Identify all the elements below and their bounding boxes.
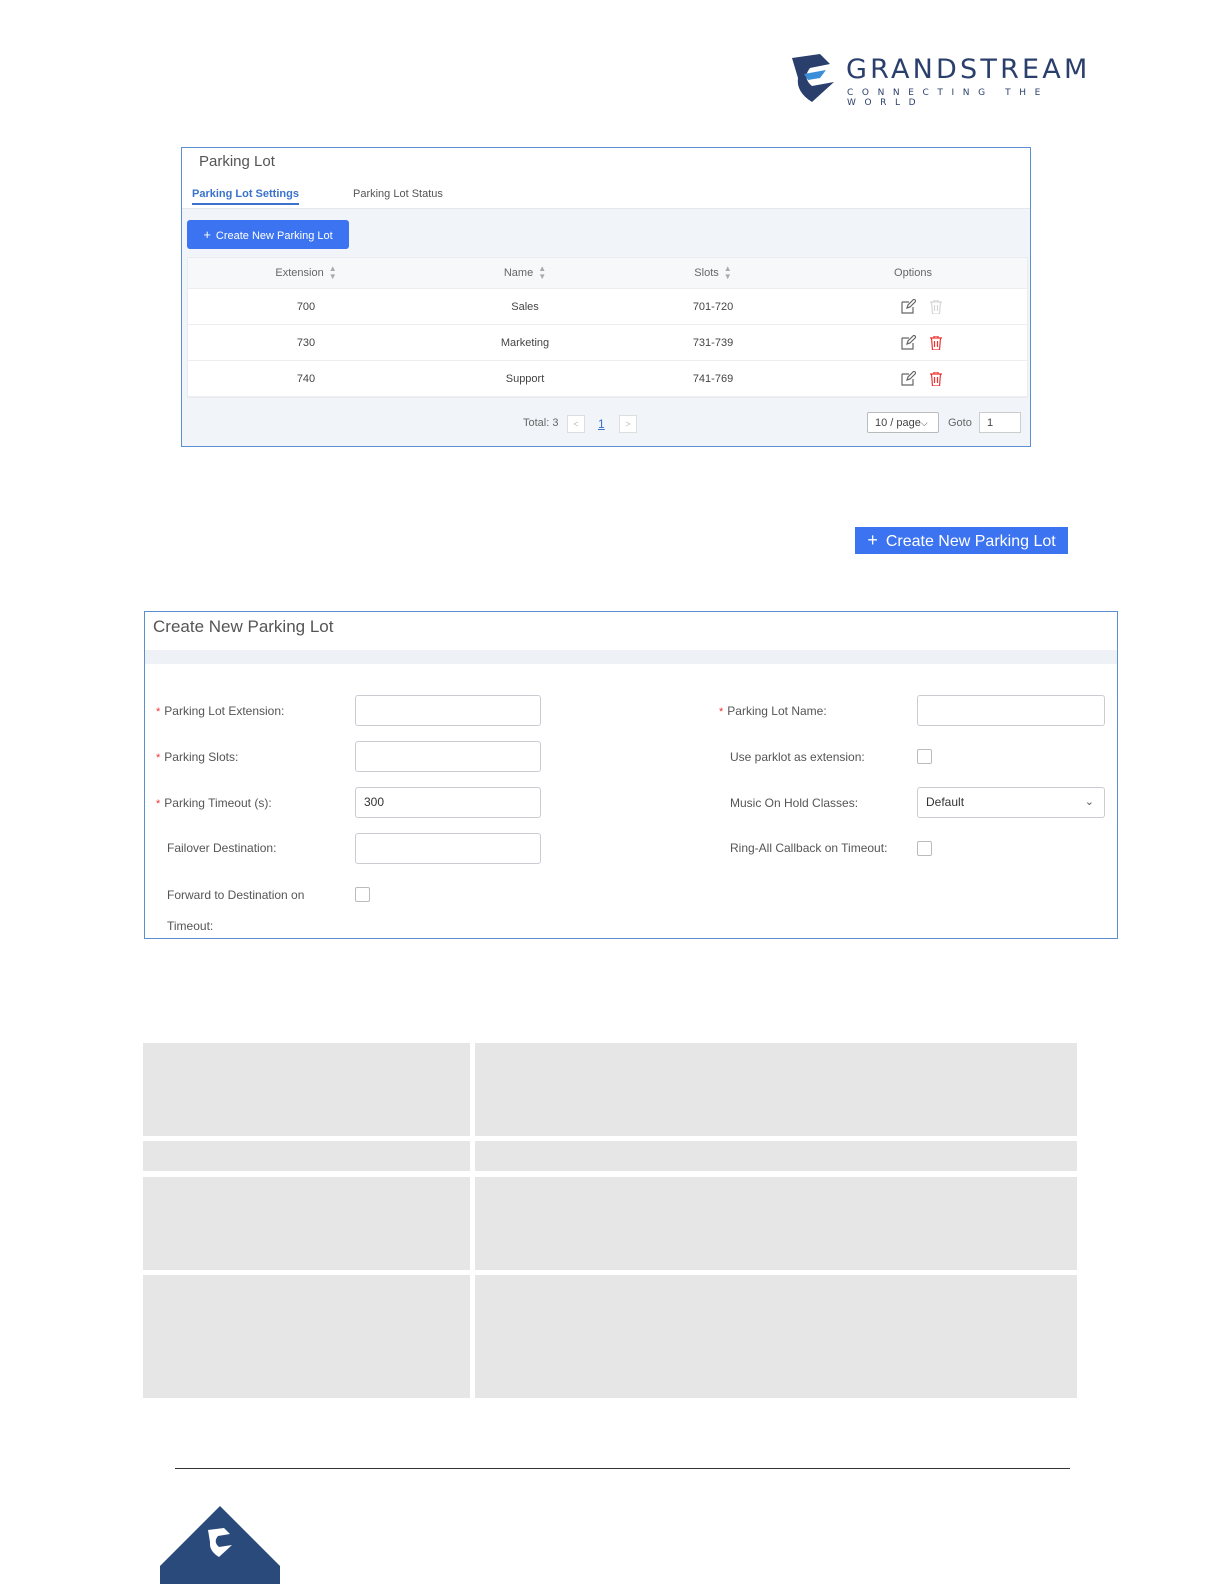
plus-icon: + (203, 227, 211, 242)
pagination: Total: 3 < 1 > 10 / page⌵ Goto 1 (182, 412, 1030, 434)
table-cell (475, 1177, 1077, 1270)
parking-lot-table: Extension ▲ ▼ Name ▲ ▼ Slots ▲ ▼ Options 700 S… (187, 257, 1028, 398)
footer-logo-icon (160, 1506, 280, 1584)
page-size-select[interactable]: 10 / page⌵ (867, 412, 939, 433)
parking-slots-label: * Parking Slots: (156, 750, 239, 764)
pagination-total: Total: 3 (523, 417, 559, 429)
table-cell (143, 1043, 470, 1136)
failover-destination-input[interactable] (355, 833, 541, 864)
chevron-down-icon: ⌵ (920, 418, 928, 428)
parking-timeout-input[interactable]: 300 (355, 787, 541, 818)
parking-lot-name-input[interactable] (917, 695, 1105, 726)
sort-icon: ▲ ▼ (723, 264, 732, 281)
table-row: 730 Marketing 731-739 (188, 325, 1027, 361)
table-row: 700 Sales 701-720 (188, 289, 1027, 325)
page-number[interactable]: 1 (598, 417, 605, 431)
logo-tagline: CONNECTING THE WORLD (847, 88, 1049, 108)
delete-icon[interactable] (929, 335, 942, 350)
goto-input[interactable]: 1 (979, 412, 1021, 433)
edit-icon[interactable] (900, 371, 916, 386)
cell-slots: 741-769 (692, 372, 734, 385)
create-parking-lot-button[interactable]: + Create New Parking Lot (187, 220, 349, 249)
required-marker: * (156, 752, 161, 764)
cell-options (821, 289, 1021, 324)
cell-options (821, 325, 1021, 360)
music-on-hold-select[interactable]: Default ⌄ (917, 787, 1105, 818)
table-cell (143, 1141, 470, 1171)
edit-icon[interactable] (900, 335, 916, 350)
forward-to-destination-label-cont: Timeout: (167, 919, 214, 933)
column-header-extension[interactable]: Extension ▲ ▼ (206, 258, 406, 288)
failover-destination-label: Failover Destination: (167, 841, 277, 855)
required-marker: * (719, 706, 724, 718)
table-cell (143, 1177, 470, 1270)
cell-extension: 730 (296, 336, 316, 349)
parking-slots-input[interactable] (355, 741, 541, 772)
ring-all-callback-label: Ring-All Callback on Timeout: (730, 841, 888, 855)
cell-name: Sales (511, 300, 539, 313)
column-header-slots[interactable]: Slots ▲ ▼ (613, 258, 813, 288)
create-parking-lot-form: Create New Parking Lot * Parking Lot Exte… (144, 611, 1118, 939)
footer-divider (175, 1468, 1070, 1469)
cell-slots: 701-720 (692, 300, 734, 313)
prev-page-button[interactable]: < (567, 415, 585, 433)
create-parking-lot-button-label: Create New Parking Lot (215, 230, 333, 242)
delete-icon-disabled (929, 299, 942, 314)
forward-to-destination-label: Forward to Destination on (167, 888, 305, 902)
tab-parking-lot-settings[interactable]: Parking Lot Settings (192, 188, 299, 205)
create-new-parking-lot-button-label: Create New Parking Lot (885, 533, 1056, 550)
parking-lot-extension-label: * Parking Lot Extension: (156, 704, 285, 718)
required-marker: * (156, 706, 161, 718)
cell-extension: 740 (296, 372, 316, 385)
parking-timeout-label: * Parking Timeout (s): (156, 796, 272, 810)
cell-name: Marketing (500, 336, 550, 349)
cell-name: Support (505, 372, 545, 385)
tab-parking-lot-status[interactable]: Parking Lot Status (353, 188, 443, 200)
logo-wordmark: GRANDSTREAM (846, 54, 1091, 85)
form-title: Create New Parking Lot (153, 617, 334, 636)
create-new-parking-lot-button[interactable]: + Create New Parking Lot (855, 527, 1068, 554)
table-cell (475, 1275, 1077, 1398)
required-marker: * (156, 798, 161, 810)
column-header-options: Options (894, 267, 932, 279)
goto-label: Goto (948, 417, 972, 429)
panel-body: + Create New Parking Lot Extension ▲ ▼ Name… (182, 209, 1030, 446)
grandstream-logo-icon (792, 54, 834, 102)
cell-slots: 731-739 (692, 336, 734, 349)
table-cell (143, 1275, 470, 1398)
parking-lot-name-label: * Parking Lot Name: (719, 704, 827, 718)
grandstream-logo: GRANDSTREAM CONNECTING THE WORLD (790, 52, 1120, 108)
use-parklot-as-extension-checkbox[interactable] (917, 749, 932, 764)
plus-icon: + (867, 530, 878, 550)
edit-icon[interactable] (900, 299, 916, 314)
panel-title: Parking Lot (199, 153, 275, 170)
tab-bar: Parking Lot Settings Parking Lot Status (182, 184, 1030, 209)
parking-lot-extension-input[interactable] (355, 695, 541, 726)
cell-extension: 700 (296, 300, 316, 313)
use-parklot-as-extension-label: Use parklot as extension: (730, 750, 865, 764)
form-header-band (145, 650, 1117, 664)
table-cell (475, 1043, 1077, 1136)
sort-icon: ▲ ▼ (538, 264, 547, 281)
table-cell (475, 1141, 1077, 1171)
music-on-hold-label: Music On Hold Classes: (730, 796, 859, 810)
column-header-name[interactable]: Name ▲ ▼ (425, 258, 625, 288)
forward-to-destination-checkbox[interactable] (355, 887, 370, 902)
cell-options (821, 361, 1021, 396)
table-header: Extension ▲ ▼ Name ▲ ▼ Slots ▲ ▼ Options (188, 258, 1027, 289)
sort-icon: ▲ ▼ (328, 264, 337, 281)
ring-all-callback-checkbox[interactable] (917, 841, 932, 856)
next-page-button[interactable]: > (619, 415, 637, 433)
parking-lot-panel: Parking Lot Parking Lot Settings Parking… (181, 147, 1031, 447)
table-row: 740 Support 741-769 (188, 361, 1027, 397)
delete-icon[interactable] (929, 371, 942, 386)
chevron-down-icon: ⌄ (1084, 796, 1094, 808)
